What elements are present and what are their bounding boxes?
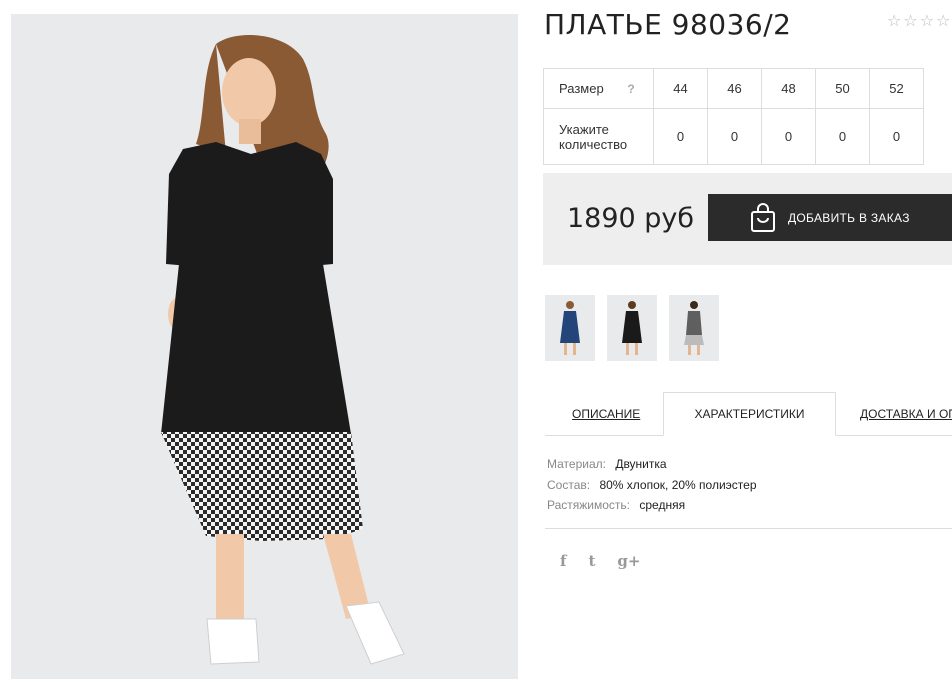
facebook-icon[interactable]: f	[560, 552, 566, 570]
thumbnail-gallery	[545, 295, 719, 361]
spec-row: Растяжимость: средняя	[547, 495, 757, 516]
add-to-order-button[interactable]: ДОБАВИТЬ В ЗАКАЗ	[708, 194, 952, 241]
divider	[545, 528, 952, 529]
characteristics-list: Материал: Двунитка Состав: 80% хлопок, 2…	[547, 454, 757, 516]
twitter-icon[interactable]: t	[588, 552, 595, 570]
tab-description[interactable]: ОПИСАНИЕ	[572, 392, 640, 436]
thumbnail-blue-dress[interactable]	[545, 295, 595, 361]
size-cell: 48	[761, 68, 816, 109]
star-icon[interactable]: ☆	[887, 14, 901, 30]
price: 1890 руб	[567, 203, 695, 234]
star-icon[interactable]: ☆	[936, 14, 950, 30]
size-cell: 50	[815, 68, 870, 109]
size-row: Размер ? 44 46 48 50 52	[543, 68, 924, 109]
spec-value: средняя	[639, 498, 686, 512]
spec-key: Состав:	[547, 477, 591, 492]
product-title: ПЛАТЬЕ 98036/2	[544, 8, 792, 41]
quantity-row: Укажите количество 0 0 0 0 0	[543, 108, 924, 165]
product-tabs: ОПИСАНИЕ ХАРАКТЕРИСТИКИ ДОСТАВКА И ОПЛ	[545, 392, 952, 436]
size-cell: 46	[707, 68, 762, 109]
rating-stars[interactable]: ☆ ☆ ☆ ☆	[887, 14, 950, 30]
add-to-order-label: ДОБАВИТЬ В ЗАКАЗ	[788, 210, 910, 225]
quantity-input[interactable]: 0	[761, 108, 816, 165]
google-plus-icon[interactable]: g+	[617, 552, 640, 570]
star-icon[interactable]: ☆	[920, 14, 934, 30]
tab-characteristics[interactable]: ХАРАКТЕРИСТИКИ	[663, 392, 836, 436]
spec-key: Растяжимость:	[547, 498, 631, 512]
price-box: 1890 руб ДОБАВИТЬ В ЗАКАЗ	[543, 173, 952, 265]
star-icon[interactable]: ☆	[903, 14, 917, 30]
quantity-input[interactable]: 0	[707, 108, 762, 165]
quantity-input[interactable]: 0	[653, 108, 708, 165]
shopping-bag-icon	[750, 202, 776, 233]
size-help-icon[interactable]: ?	[627, 82, 634, 96]
quantity-input[interactable]: 0	[869, 108, 924, 165]
spec-row: Состав: 80% хлопок, 20% полиэстер	[547, 475, 757, 496]
spec-value: Двунитка	[615, 457, 667, 471]
quantity-label: Укажите количество	[543, 108, 654, 165]
size-label-cell: Размер ?	[543, 68, 654, 109]
size-label: Размер	[559, 81, 604, 96]
thumbnail-black-dress[interactable]	[607, 295, 657, 361]
product-main-photo[interactable]	[11, 14, 518, 679]
spec-row: Материал: Двунитка	[547, 454, 757, 475]
dress-model-illustration	[161, 35, 405, 665]
size-quantity-table: Размер ? 44 46 48 50 52 Укажите количест…	[543, 68, 924, 165]
social-share: f t g+	[560, 552, 640, 570]
size-cell: 44	[653, 68, 708, 109]
thumbnail-grey-dress[interactable]	[669, 295, 719, 361]
size-cell: 52	[869, 68, 924, 109]
quantity-input[interactable]: 0	[815, 108, 870, 165]
spec-value: 80% хлопок, 20% полиэстер	[599, 477, 757, 492]
tab-delivery[interactable]: ДОСТАВКА И ОПЛ	[860, 392, 952, 436]
spec-key: Материал:	[547, 457, 606, 471]
